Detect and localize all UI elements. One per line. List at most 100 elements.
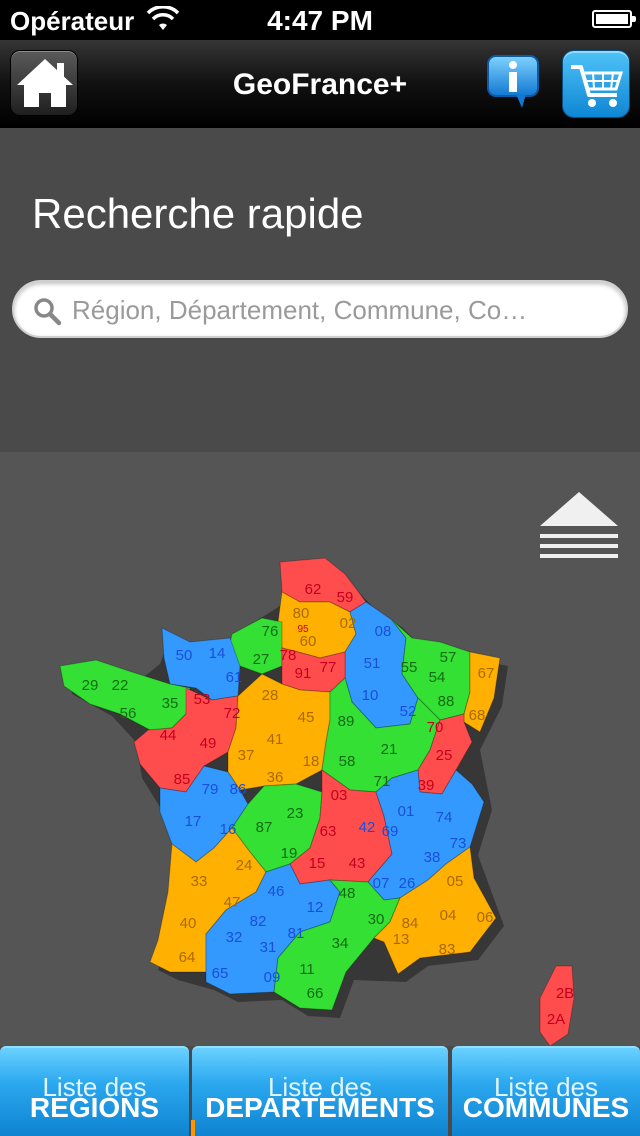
department-label[interactable]: 21 xyxy=(381,741,398,758)
department-label[interactable]: 16 xyxy=(220,821,237,838)
department-label[interactable]: 15 xyxy=(309,855,326,872)
department-label[interactable]: 2A xyxy=(547,1011,565,1028)
department-label[interactable]: 68 xyxy=(469,707,486,724)
department-label[interactable]: 04 xyxy=(440,907,457,924)
department-label[interactable]: 84 xyxy=(402,915,419,932)
department-label[interactable]: 03 xyxy=(331,787,348,804)
department-label[interactable]: 25 xyxy=(436,747,453,764)
department-label[interactable]: 17 xyxy=(185,813,202,830)
department-label[interactable]: 81 xyxy=(288,925,305,942)
tab-communes[interactable]: Liste des COMMUNES xyxy=(452,1046,640,1136)
department-label[interactable]: 91 xyxy=(295,665,312,682)
department-label[interactable]: 79 xyxy=(202,781,219,798)
department-label[interactable]: 36 xyxy=(267,769,284,786)
department-label[interactable]: 95 xyxy=(297,624,309,635)
department-label[interactable]: 86 xyxy=(230,781,247,798)
department-label[interactable]: 60 xyxy=(300,633,317,650)
department-label[interactable]: 38 xyxy=(424,849,441,866)
department-label[interactable]: 13 xyxy=(393,931,410,948)
department-label[interactable]: 53 xyxy=(194,691,211,708)
department-label[interactable]: 07 xyxy=(373,875,390,892)
department-label[interactable]: 46 xyxy=(268,883,285,900)
department-label[interactable]: 23 xyxy=(287,805,304,822)
region-shape[interactable] xyxy=(539,965,575,1046)
department-label[interactable]: 19 xyxy=(281,845,298,862)
department-label[interactable]: 10 xyxy=(362,687,379,704)
department-label[interactable]: 22 xyxy=(112,677,129,694)
department-label[interactable]: 08 xyxy=(375,623,392,640)
tab-departements[interactable]: Liste des DEPARTEMENTS xyxy=(191,1046,448,1136)
department-label[interactable]: 39 xyxy=(418,777,435,794)
department-label[interactable]: 2B xyxy=(556,985,574,1002)
info-button[interactable] xyxy=(486,54,540,110)
search-field[interactable] xyxy=(12,280,628,338)
department-label[interactable]: 06 xyxy=(477,909,494,926)
department-label[interactable]: 05 xyxy=(447,873,464,890)
department-label[interactable]: 26 xyxy=(399,875,416,892)
department-label[interactable]: 55 xyxy=(401,659,418,676)
department-label[interactable]: 87 xyxy=(256,819,273,836)
department-label[interactable]: 33 xyxy=(191,873,208,890)
department-label[interactable]: 49 xyxy=(200,735,217,752)
department-label[interactable]: 80 xyxy=(293,605,310,622)
department-label[interactable]: 35 xyxy=(162,695,179,712)
department-label[interactable]: 37 xyxy=(238,747,255,764)
department-label[interactable]: 62 xyxy=(305,581,322,598)
department-label[interactable]: 76 xyxy=(262,623,279,640)
department-label[interactable]: 56 xyxy=(120,705,137,722)
department-label[interactable]: 83 xyxy=(439,941,456,958)
department-label[interactable]: 66 xyxy=(307,985,324,1002)
department-label[interactable]: 59 xyxy=(337,589,354,606)
department-label[interactable]: 12 xyxy=(307,899,324,916)
department-label[interactable]: 61 xyxy=(226,669,243,686)
department-label[interactable]: 09 xyxy=(264,969,281,986)
department-label[interactable]: 41 xyxy=(267,731,284,748)
department-label[interactable]: 02 xyxy=(340,615,357,632)
department-label[interactable]: 88 xyxy=(438,693,455,710)
department-label[interactable]: 70 xyxy=(427,719,444,736)
department-label[interactable]: 82 xyxy=(250,913,267,930)
tab-regions[interactable]: Liste des REGIONS xyxy=(0,1046,189,1136)
france-departments-map[interactable]: 62 59 80 02 60 08 51 10 52 55 57 54 88 67 68 76 27 95 7891… xyxy=(0,452,640,1046)
department-label[interactable]: 48 xyxy=(339,885,356,902)
department-label[interactable]: 34 xyxy=(332,935,349,952)
department-label[interactable]: 40 xyxy=(180,915,197,932)
department-label[interactable]: 71 xyxy=(374,773,391,790)
department-label[interactable]: 44 xyxy=(160,727,177,744)
department-label[interactable]: 67 xyxy=(478,665,495,682)
department-label[interactable]: 30 xyxy=(368,911,385,928)
department-label[interactable]: 24 xyxy=(236,857,253,874)
department-label[interactable]: 54 xyxy=(429,669,446,686)
department-label[interactable]: 01 xyxy=(398,803,415,820)
department-label[interactable]: 29 xyxy=(82,677,99,694)
department-label[interactable]: 69 xyxy=(382,823,399,840)
department-label[interactable]: 74 xyxy=(436,809,453,826)
department-label[interactable]: 28 xyxy=(262,687,279,704)
department-label[interactable]: 51 xyxy=(364,655,381,672)
department-label[interactable]: 52 xyxy=(400,703,417,720)
department-label[interactable]: 42 xyxy=(359,819,376,836)
department-label[interactable]: 63 xyxy=(320,823,337,840)
department-label[interactable]: 58 xyxy=(339,753,356,770)
department-label[interactable]: 72 xyxy=(224,705,241,722)
department-label[interactable]: 73 xyxy=(450,835,467,852)
department-label[interactable]: 65 xyxy=(212,965,229,982)
department-label[interactable]: 57 xyxy=(440,649,457,666)
department-label[interactable]: 11 xyxy=(299,961,315,978)
department-label[interactable]: 89 xyxy=(338,713,355,730)
department-label[interactable]: 31 xyxy=(260,939,277,956)
department-label[interactable]: 77 xyxy=(320,659,337,676)
department-label[interactable]: 14 xyxy=(209,645,226,662)
department-label[interactable]: 27 xyxy=(253,651,270,668)
department-label[interactable]: 45 xyxy=(298,709,315,726)
department-label[interactable]: 32 xyxy=(226,929,243,946)
department-label[interactable]: 18 xyxy=(303,753,320,770)
department-label[interactable]: 50 xyxy=(176,647,193,664)
cart-button[interactable] xyxy=(562,50,630,118)
department-label[interactable]: 43 xyxy=(349,855,366,872)
department-label[interactable]: 64 xyxy=(179,949,196,966)
department-label[interactable]: 47 xyxy=(224,894,241,911)
search-input[interactable] xyxy=(72,290,602,330)
department-label[interactable]: 78 xyxy=(280,647,297,664)
department-label[interactable]: 85 xyxy=(174,771,191,788)
